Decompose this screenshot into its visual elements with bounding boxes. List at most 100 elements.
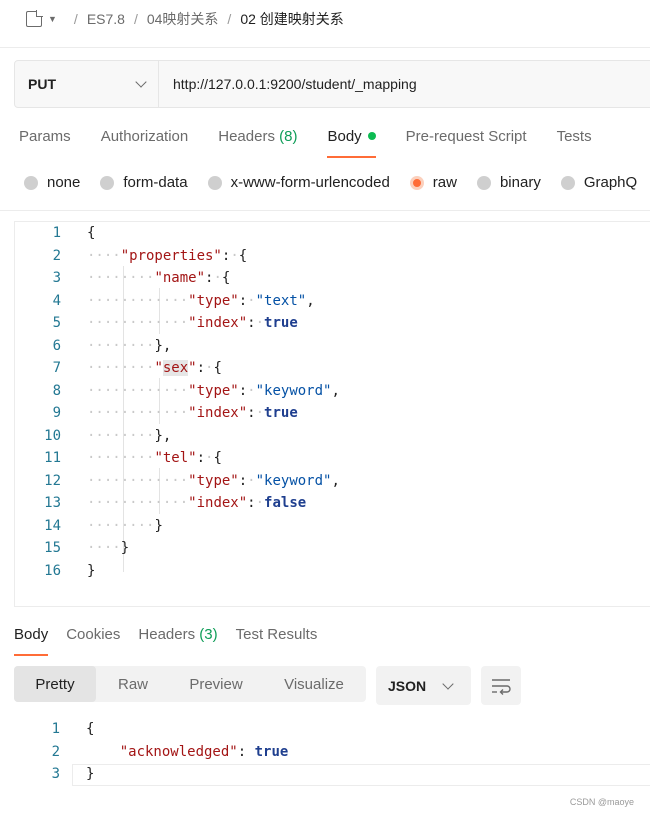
radio-binary[interactable]: binary [476, 174, 541, 191]
code-text: } [87, 562, 96, 579]
tab-label: Params [19, 128, 71, 145]
wrap-lines-icon [492, 678, 511, 695]
code-line: 1{ [14, 718, 95, 741]
tab-label: Body [327, 128, 362, 145]
line-number: 13 [44, 495, 61, 512]
code-text: ············"index":·true [87, 405, 298, 422]
breadcrumb-separator: / [133, 11, 138, 27]
tab-test-results[interactable]: Test Results [236, 626, 318, 656]
watermark: CSDN @maoye [569, 797, 634, 807]
collection-icon[interactable] [26, 10, 43, 27]
radio-label: form-data [123, 174, 188, 191]
request-body-editor[interactable]: 1{ 2 ····"properties":·{ 3 ········"name":… [14, 221, 650, 607]
status-dot-icon [367, 132, 376, 140]
method-select[interactable]: PUT [15, 61, 159, 107]
code-text: ········"name":·{ [87, 270, 231, 287]
code-text: "acknowledged": true [119, 743, 289, 760]
line-number: 9 [52, 405, 61, 422]
tab-pre-request-script[interactable]: Pre-request Script [406, 128, 527, 158]
radio-label: GraphQ [583, 174, 638, 191]
breadcrumb-separator: / [227, 11, 232, 27]
tab-label: Pre-request Script [405, 128, 527, 145]
active-tab-indicator [14, 654, 49, 656]
breadcrumb-separator: / [73, 11, 78, 27]
radio-selected-icon [409, 175, 424, 190]
radio-label: none [47, 174, 81, 191]
code-line: 10 ········}, [15, 425, 171, 448]
chevron-down-icon [442, 677, 454, 690]
body-type-options: none form-data x-www-form-urlencoded raw… [24, 174, 650, 191]
view-mode-pretty[interactable]: Pretty [14, 666, 96, 702]
response-body-viewer[interactable]: 1{ 2 "acknowledged": true 3} [14, 718, 650, 788]
divider [0, 47, 650, 48]
tab-body[interactable]: Body [327, 128, 376, 158]
line-number: 12 [44, 472, 61, 489]
line-number: 11 [44, 450, 61, 467]
json-key: "acknowledged" [119, 743, 238, 760]
tab-label: Test Results [235, 626, 318, 643]
wrap-lines-button[interactable] [481, 666, 521, 705]
radio-circle-icon [560, 175, 575, 190]
tab-response-body[interactable]: Body [14, 626, 49, 656]
code-text: ········"tel":·{ [87, 450, 222, 467]
code-line: 3} [14, 763, 95, 786]
code-line: 7 ········"sex":·{ [15, 357, 222, 380]
code-text: ····} [87, 540, 130, 557]
line-number: 3 [52, 270, 61, 287]
radio-none[interactable]: none [24, 174, 80, 191]
code-line: 11 ········"tel":·{ [15, 447, 222, 470]
tab-authorization[interactable]: Authorization [101, 128, 189, 158]
tab-headers[interactable]: Headers (8) [218, 128, 297, 158]
radio-x-www-form-urlencoded[interactable]: x-www-form-urlencoded [207, 174, 390, 191]
tab-label: Headers [218, 128, 275, 145]
tab-label: Headers [138, 626, 196, 643]
radio-raw[interactable]: raw [409, 174, 457, 191]
line-number: 7 [52, 360, 61, 377]
breadcrumb-item-collection[interactable]: ES7.8 [87, 11, 125, 27]
format-select[interactable]: JSON [376, 666, 471, 705]
line-number: 14 [44, 517, 61, 534]
tab-label: Cookies [66, 626, 121, 643]
line-number: 1 [51, 721, 60, 738]
line-number: 6 [52, 337, 61, 354]
breadcrumb-item-folder[interactable]: 04映射关系 [147, 9, 219, 29]
line-number: 5 [52, 315, 61, 332]
code-text: ············"type":·"keyword", [87, 472, 340, 489]
code-line: 12 ············"type":·"keyword", [15, 470, 340, 493]
breadcrumb: ▼ / ES7.8 / 04映射关系 / 02 创建映射关系 [26, 8, 344, 30]
view-mode-visualize[interactable]: Visualize [262, 666, 366, 702]
code-text: ····"properties":·{ [87, 247, 248, 264]
active-tab-indicator [327, 156, 376, 158]
code-line: 5 ············"index":·true [15, 312, 298, 335]
tab-params[interactable]: Params [19, 128, 71, 158]
tab-cookies[interactable]: Cookies [66, 626, 120, 656]
radio-label: raw [432, 174, 457, 191]
chevron-down-icon[interactable]: ▼ [48, 14, 57, 24]
view-mode-raw[interactable]: Raw [96, 666, 170, 702]
code-text: ············"type":·"keyword", [87, 382, 340, 399]
tab-label: Body [14, 626, 49, 643]
radio-graphql[interactable]: GraphQ [560, 174, 638, 191]
divider [0, 210, 650, 211]
code-text: } [86, 766, 95, 783]
code-line: 4 ············"type":·"text", [15, 290, 315, 313]
view-mode-preview[interactable]: Preview [170, 666, 262, 702]
code-text: ········}, [87, 427, 172, 444]
tab-label: Tests [556, 128, 592, 145]
view-mode-toggle: Pretty Raw Preview Visualize [14, 666, 366, 702]
tab-response-headers[interactable]: Headers (3) [138, 626, 217, 656]
radio-form-data[interactable]: form-data [100, 174, 188, 191]
code-line: 6 ········}, [15, 335, 172, 358]
breadcrumb-current-request[interactable]: 02 创建映射关系 [240, 9, 343, 29]
code-text: { [87, 225, 96, 242]
code-line: 14 ········} [15, 515, 163, 538]
line-number: 16 [44, 562, 61, 579]
line-number: 4 [52, 292, 61, 309]
format-label: JSON [388, 677, 427, 694]
tab-label: Authorization [100, 128, 189, 145]
tab-tests[interactable]: Tests [557, 128, 592, 158]
code-line: 1{ [15, 222, 96, 245]
url-input[interactable]: http://127.0.0.1:9200/student/_mapping [159, 61, 650, 107]
radio-circle-icon [100, 175, 115, 190]
line-number: 15 [44, 540, 61, 557]
